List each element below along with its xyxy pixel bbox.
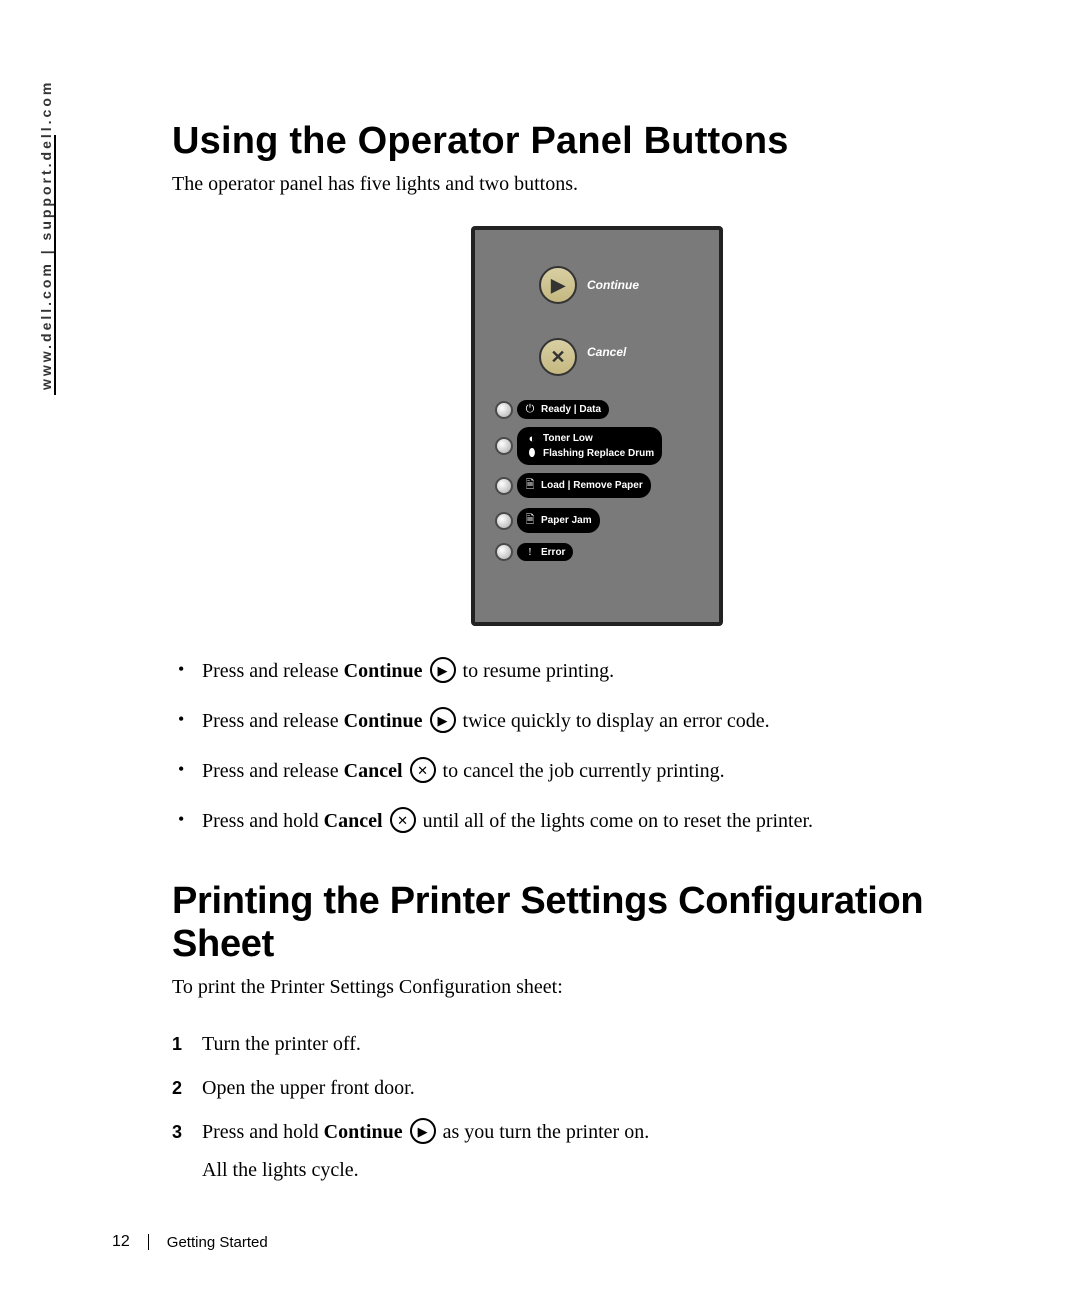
cancel-icon: ✕ xyxy=(390,807,416,833)
lead-operator-panel: The operator panel has five lights and t… xyxy=(172,173,1022,196)
page-icon: 🗎 xyxy=(523,511,537,530)
bold-text: Continue xyxy=(344,710,423,732)
text: as you turn the printer on. xyxy=(443,1121,650,1143)
text: Press and hold xyxy=(202,1121,324,1143)
page-number: 12 xyxy=(112,1233,130,1251)
led-icon xyxy=(495,512,513,530)
exclaim-icon: ! xyxy=(523,546,537,558)
bullet-2: Press and release Continue ▶ twice quick… xyxy=(202,706,1022,736)
continue-label: Continue xyxy=(587,278,639,292)
operator-panel: ▶ Continue ✕ Cancel ⏻ Ready | Data xyxy=(471,226,723,626)
drop-icon: ◐ xyxy=(525,433,539,445)
bold-text: Cancel xyxy=(344,760,403,782)
led-icon xyxy=(495,477,513,495)
light-badge: 🗎 Paper Jam xyxy=(517,508,600,533)
drum-icon: ⬮ xyxy=(525,447,539,460)
bold-text: Continue xyxy=(324,1121,403,1143)
light-text: Flashing Replace Drum xyxy=(543,448,654,459)
light-text: Error xyxy=(541,547,565,558)
cancel-button[interactable]: ✕ xyxy=(539,338,577,376)
step-3-sub: All the lights cycle. xyxy=(202,1155,1022,1185)
sidebar-rule xyxy=(54,135,56,395)
sidebar-url: www.dell.com | support.dell.com xyxy=(38,80,54,390)
light-text: Paper Jam xyxy=(541,515,592,526)
play-icon: ▶ xyxy=(551,275,565,296)
cancel-row: ✕ Cancel xyxy=(495,328,699,376)
text: twice quickly to display an error code. xyxy=(463,710,770,732)
lead-printer-settings: To print the Printer Settings Configurat… xyxy=(172,976,1022,999)
led-icon xyxy=(495,437,513,455)
cancel-icon: ✕ xyxy=(410,757,436,783)
footer-separator xyxy=(148,1234,149,1250)
page-plus-icon: 🗎 xyxy=(523,476,537,495)
step-2: Open the upper front door. xyxy=(202,1073,1022,1103)
text: until all of the lights come on to reset… xyxy=(423,810,813,832)
led-icon xyxy=(495,543,513,561)
bullet-1: Press and release Continue ▶ to resume p… xyxy=(202,656,1022,686)
continue-row: ▶ Continue xyxy=(495,266,699,304)
chapter-name: Getting Started xyxy=(167,1234,268,1251)
led-icon xyxy=(495,401,513,419)
light-error: ! Error xyxy=(495,543,699,561)
text: Press and hold xyxy=(202,810,324,832)
bold-text: Cancel xyxy=(324,810,383,832)
text: Press and release xyxy=(202,710,344,732)
bullet-list: Press and release Continue ▶ to resume p… xyxy=(172,656,1022,836)
heading-operator-panel: Using the Operator Panel Buttons xyxy=(172,120,1022,163)
panel-figure: ▶ Continue ✕ Cancel ⏻ Ready | Data xyxy=(172,226,1022,626)
bullet-4: Press and hold Cancel ✕ until all of the… xyxy=(202,806,1022,836)
continue-button[interactable]: ▶ xyxy=(539,266,577,304)
step-1: Turn the printer off. xyxy=(202,1029,1022,1059)
lights-group: ⏻ Ready | Data ◐ Toner Low ⬮ Flashing Re… xyxy=(495,400,699,561)
heading-printer-settings: Printing the Printer Settings Configurat… xyxy=(172,880,1022,966)
text: Press and release xyxy=(202,760,344,782)
continue-icon: ▶ xyxy=(430,657,456,683)
step-3: Press and hold Continue ▶ as you turn th… xyxy=(202,1117,1022,1185)
light-badge: ◐ Toner Low ⬮ Flashing Replace Drum xyxy=(517,427,662,465)
steps-list: Turn the printer off. Open the upper fro… xyxy=(172,1029,1022,1185)
page-content: Using the Operator Panel Buttons The ope… xyxy=(172,120,1022,1199)
light-badge: ! Error xyxy=(517,543,573,561)
light-badge: ⏻ Ready | Data xyxy=(517,400,609,419)
light-load-paper: 🗎 Load | Remove Paper xyxy=(495,473,699,498)
bullet-3: Press and release Cancel ✕ to cancel the… xyxy=(202,756,1022,786)
light-ready: ⏻ Ready | Data xyxy=(495,400,699,419)
power-icon: ⏻ xyxy=(523,403,537,416)
text: to cancel the job currently printing. xyxy=(443,760,725,782)
light-toner-drum: ◐ Toner Low ⬮ Flashing Replace Drum xyxy=(495,427,699,465)
bold-text: Continue xyxy=(344,660,423,682)
x-icon: ✕ xyxy=(550,347,565,368)
continue-icon: ▶ xyxy=(430,707,456,733)
light-text: Toner Low xyxy=(543,433,593,444)
light-paper-jam: 🗎 Paper Jam xyxy=(495,508,699,533)
text: Press and release xyxy=(202,660,344,682)
continue-icon: ▶ xyxy=(410,1118,436,1144)
light-badge: 🗎 Load | Remove Paper xyxy=(517,473,651,498)
light-text: Load | Remove Paper xyxy=(541,480,643,491)
light-text: Ready | Data xyxy=(541,404,601,415)
page-footer: 12 Getting Started xyxy=(112,1233,268,1251)
cancel-label: Cancel xyxy=(587,345,626,359)
text: to resume printing. xyxy=(463,660,615,682)
